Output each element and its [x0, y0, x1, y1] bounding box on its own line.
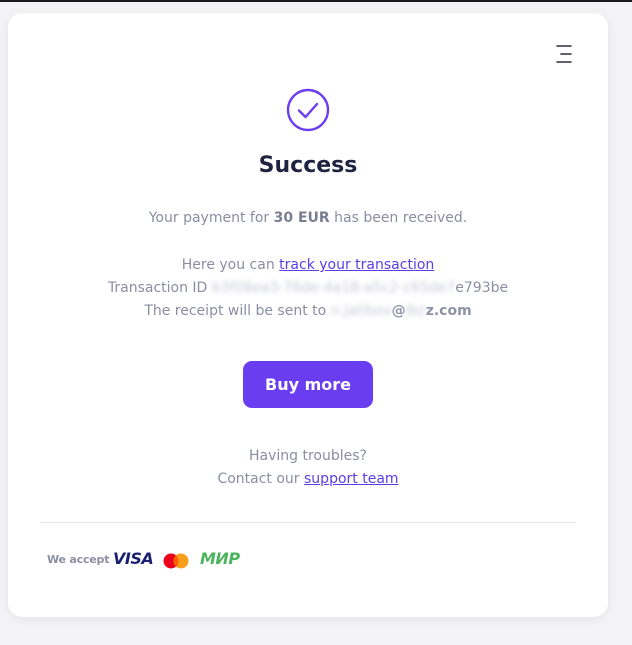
receipt-label: The receipt will be sent to [144, 303, 327, 319]
track-transaction-link[interactable]: track your transaction [279, 257, 434, 273]
transaction-id-label: Transaction ID [107, 280, 208, 296]
payment-prefix: Your payment for [148, 210, 270, 226]
receipt-email-domain: z.com [425, 303, 472, 319]
footer-divider [40, 522, 576, 523]
payment-amount: 30 EUR [273, 210, 330, 226]
mir-logo: МИР [200, 549, 240, 568]
support-contact: Contact our support team [8, 471, 608, 487]
mastercard-logo [163, 553, 189, 569]
payment-result-card: Success Your payment for 30 EUR has been… [8, 13, 608, 617]
receipt-email-at: @ [391, 303, 406, 319]
visa-logo: VISA [113, 549, 154, 568]
tracking-prefix: Here you can [181, 257, 275, 273]
payment-message: Your payment for 30 EUR has been receive… [8, 210, 608, 226]
checkmark-circle-icon [286, 88, 330, 132]
support-team-link[interactable]: support team [304, 471, 399, 487]
hamburger-menu-icon[interactable] [553, 43, 575, 65]
tracking-message: Here you can track your transaction [8, 257, 608, 273]
success-title: Success [258, 153, 358, 178]
transaction-id-visible: e793be [455, 280, 509, 296]
we-accept-label: We accept [47, 553, 110, 566]
transaction-id-row: Transaction ID b3f08ea3-76de-4a18-a5c2-c… [8, 280, 608, 296]
receipt-email-redacted: n.jatibov [330, 303, 392, 319]
payment-suffix: has been received. [334, 210, 468, 226]
top-border [0, 0, 632, 2]
receipt-row: The receipt will be sent to n.jatibov@lb… [8, 303, 608, 319]
support-prefix: Contact our [217, 471, 300, 487]
transaction-id-redacted: b3f08ea3-76de-4a18-a5c2-c65de7 [211, 280, 456, 296]
buy-more-button[interactable]: Buy more [243, 361, 373, 408]
support-question: Having troubles? [249, 448, 367, 464]
receipt-email-domain-redacted: lbz [405, 303, 426, 319]
